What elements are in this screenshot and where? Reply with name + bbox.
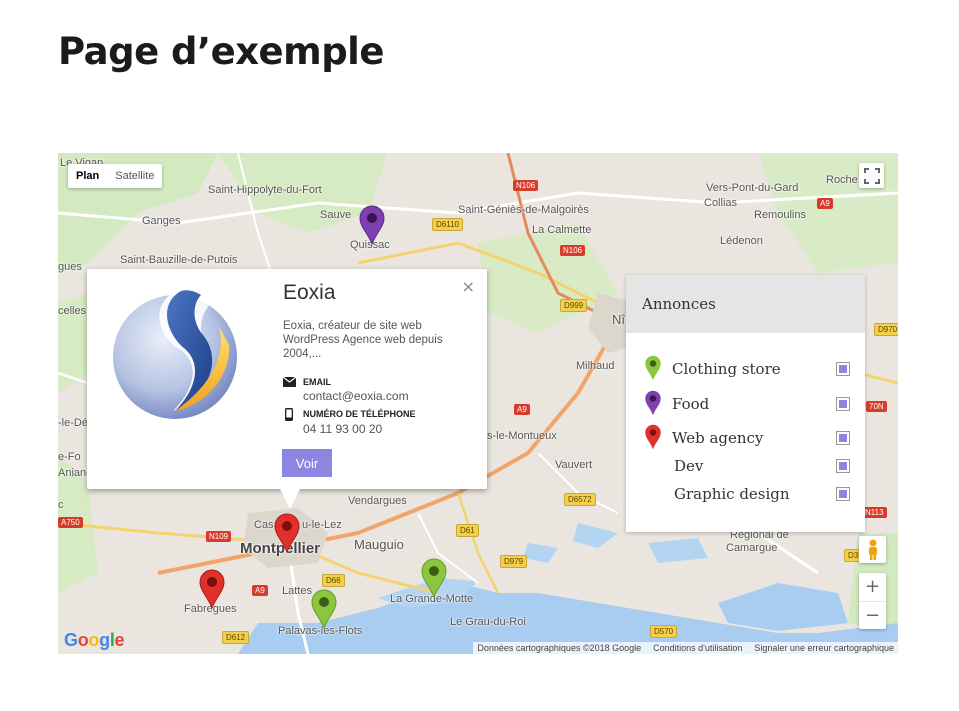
fullscreen-button[interactable] <box>859 163 884 188</box>
legend-item-label: Web agency <box>672 429 764 447</box>
road-shield: D66 <box>322 574 345 587</box>
road-shield: 70N <box>866 401 887 412</box>
legend-checkbox[interactable] <box>836 431 850 445</box>
map[interactable]: Le Vigan Saint-Hippolyte-du-Fort Sauve Q… <box>58 153 898 654</box>
fullscreen-icon <box>863 167 880 184</box>
report-error-link[interactable]: Signaler une erreur cartographique <box>754 643 894 653</box>
legend-item-label: Clothing store <box>672 360 781 378</box>
place-label: Saint-Hippolyte-du-Fort <box>208 184 322 196</box>
envelope-icon <box>283 377 296 387</box>
place-label: Le Grau-du-Roi <box>450 616 526 628</box>
zoom-in-button[interactable]: + <box>859 573 886 602</box>
map-type-satellite-button[interactable]: Satellite <box>107 164 162 188</box>
road-shield: N113 <box>862 507 887 518</box>
place-label: gues <box>58 261 82 273</box>
road-shield: D979 <box>500 555 528 568</box>
place-label: Lédenon <box>720 235 763 247</box>
road-shield: N106 <box>560 245 586 256</box>
place-label: celles <box>58 305 87 317</box>
map-attribution: Données cartographiques ©2018 Google Con… <box>473 642 898 654</box>
street-view-button[interactable] <box>859 536 886 563</box>
google-logo: Google <box>64 630 125 650</box>
info-window-close-button[interactable]: × <box>462 277 475 296</box>
map-marker-web-agency[interactable] <box>198 569 226 609</box>
place-label: Sauve <box>320 209 352 221</box>
place-label: Milhaud <box>576 360 615 372</box>
place-label: Mauguio <box>354 537 404 552</box>
legend-item-graphic-design[interactable]: Graphic design <box>626 480 865 510</box>
legend-title: Annonces <box>626 275 865 333</box>
green-marker-icon <box>645 355 661 381</box>
road-shield: D570 <box>650 625 678 638</box>
legend-item-food[interactable]: Food <box>626 390 865 420</box>
road-shield: A750 <box>58 517 83 528</box>
eoxia-logo <box>113 289 237 419</box>
road-shield: D6572 <box>564 493 596 506</box>
place-label: La Calmette <box>532 224 592 236</box>
email-label: EMAIL <box>303 377 331 387</box>
place-label: Saint-Géniès-de-Malgoirès <box>458 204 589 216</box>
page-title: Page d’exemple <box>58 30 384 73</box>
place-label: Remoulins <box>754 209 806 221</box>
place-label: e-Fo <box>58 451 81 463</box>
phone-icon <box>285 408 293 421</box>
purple-marker-icon <box>645 390 661 416</box>
place-label: Lattes <box>282 585 312 597</box>
attribution-data: Données cartographiques ©2018 Google <box>477 643 642 653</box>
legend-item-web-agency[interactable]: Web agency <box>626 424 865 454</box>
marker-info-window: Eoxia × Eoxia, créateur de site web Word… <box>87 269 487 509</box>
road-shield: D999 <box>560 299 588 312</box>
legend-checkbox[interactable] <box>836 397 850 411</box>
view-button[interactable]: Voir <box>282 449 332 477</box>
place-label: Roche <box>826 174 858 186</box>
phone-value[interactable]: 04 11 93 00 20 <box>303 422 382 436</box>
place-label: Cas <box>254 519 274 531</box>
legend-item-clothing-store[interactable]: Clothing store <box>626 355 865 385</box>
map-type-control: Plan Satellite <box>68 164 163 188</box>
legend-item-label: Food <box>672 395 710 413</box>
map-marker-clothing-store[interactable] <box>420 558 448 598</box>
road-shield: D61 <box>456 524 479 537</box>
legend-checkbox[interactable] <box>836 362 850 376</box>
info-window-description: Eoxia, créateur de site web WordPress Ag… <box>283 320 443 360</box>
legend-panel: Annonces Clothing store Food Web agency <box>626 275 865 532</box>
road-shield: A9 <box>514 404 530 415</box>
place-label: Camargue <box>726 542 778 554</box>
place-label: Collias <box>704 197 738 209</box>
map-marker-web-agency[interactable] <box>273 513 301 553</box>
pegman-icon <box>868 539 877 560</box>
legend-item-label: Dev <box>674 457 704 475</box>
road-shield: A9 <box>252 585 268 596</box>
legend-item-dev[interactable]: Dev <box>626 452 865 482</box>
map-marker-clothing-store[interactable] <box>310 589 338 629</box>
road-shield: A9 <box>817 198 833 209</box>
map-type-plan-button[interactable]: Plan <box>68 164 107 188</box>
terms-link[interactable]: Conditions d'utilisation <box>653 643 742 653</box>
zoom-control: + − <box>859 573 886 629</box>
place-label: u-le-Lez <box>302 519 342 531</box>
legend-checkbox[interactable] <box>836 487 850 501</box>
place-label: Nî <box>612 312 625 327</box>
map-marker-food[interactable] <box>358 205 386 245</box>
info-window-title: Eoxia <box>283 281 336 304</box>
road-shield: D612 <box>222 631 250 644</box>
legend-checkbox[interactable] <box>836 459 850 473</box>
place-label: c <box>58 499 64 511</box>
road-shield: N109 <box>206 531 232 542</box>
place-label: Vendargues <box>348 495 407 507</box>
zoom-out-button[interactable]: − <box>859 602 886 630</box>
legend-item-label: Graphic design <box>674 485 790 503</box>
place-label: Ganges <box>142 215 181 227</box>
red-marker-icon <box>645 424 661 450</box>
phone-label: NUMÉRO DE TÉLÉPHONE <box>303 409 416 419</box>
place-label: s-le-Montueux <box>487 430 557 442</box>
road-shield: D6110 <box>432 218 463 231</box>
place-label: Vauvert <box>555 459 593 471</box>
email-value[interactable]: contact@eoxia.com <box>303 389 409 403</box>
place-label: Saint-Bauzille-de-Putois <box>120 254 238 266</box>
road-shield: N106 <box>513 180 539 191</box>
info-window-tail <box>280 489 300 509</box>
road-shield: D970 <box>874 323 898 336</box>
place-label: Vers-Pont-du-Gard <box>706 182 799 194</box>
